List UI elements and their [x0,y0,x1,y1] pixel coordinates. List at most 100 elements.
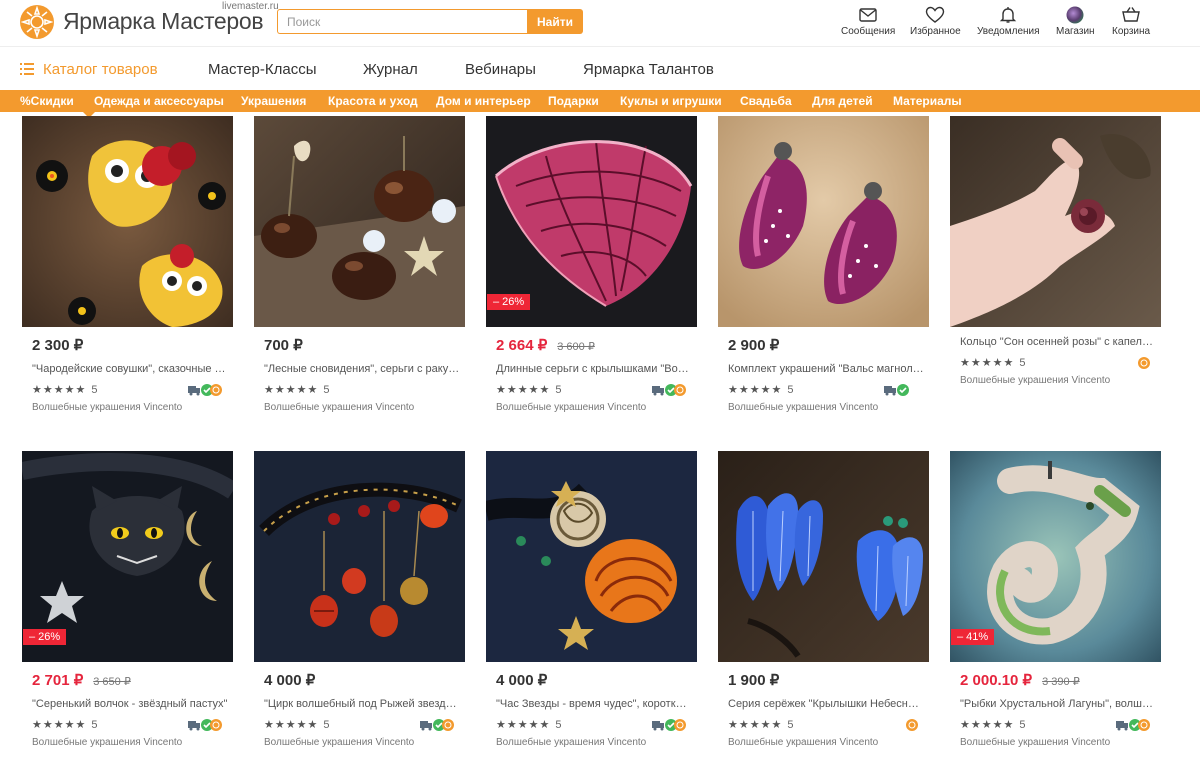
rating-stars-icon: ★★★★★ [960,357,1015,369]
category-clothing[interactable]: Одежда и аксессуары [94,94,224,108]
category-materials[interactable]: Материалы [893,94,962,108]
nav-shop-label: Магазин [1056,26,1095,37]
sun-badge-icon [442,719,454,731]
product-card[interactable]: 2 300 ₽ "Чародейские совушки", сказочные… [22,116,234,416]
price-row: 2 000.10 ₽ 3 390 ₽ [960,671,1080,690]
category-wedding[interactable]: Свадьба [740,94,792,108]
seller-badges [651,383,686,397]
product-title[interactable]: "Час Звезды - время чудес", короткое кол… [496,698,692,710]
product-title[interactable]: Длинные серьги с крылышками "Восход" [496,363,692,375]
product-price: 2 900 ₽ [728,337,780,354]
category-jewelry[interactable]: Украшения [241,94,306,108]
seller-name[interactable]: Волшебные украшения Vincento [32,402,182,413]
product-card[interactable]: – 41% 2 000.10 ₽ 3 390 ₽ "Рыбки Хрустальн… [950,451,1162,751]
brand-name[interactable]: Ярмарка Мастеров [63,8,264,35]
rating-stars-icon: ★★★★★ [32,719,87,731]
category-beauty[interactable]: Красота и уход [328,94,418,108]
rating-stars-icon: ★★★★★ [264,719,319,731]
product-card[interactable]: 700 ₽ "Лесные сновидения", серьги с раку… [254,116,466,416]
product-card[interactable]: 1 900 ₽ Серия серёжек "Крылышки Небесные… [718,451,930,751]
product-price: 2 664 ₽ [496,337,548,354]
list-menu-icon[interactable] [20,63,34,75]
category-gifts[interactable]: Подарки [548,94,599,108]
product-card[interactable]: – 26% 2 664 ₽ 3 600 ₽ Длинные серьги с кр… [486,116,698,416]
nav-webinars[interactable]: Вебинары [465,61,536,78]
seller-name[interactable]: Волшебные украшения Vincento [496,737,646,748]
seller-badges [905,718,939,732]
shop-avatar-icon [1066,6,1084,24]
product-price: 1 900 ₽ [728,672,780,689]
nav-messages-label: Сообщения [841,26,896,37]
heart-icon [926,6,945,23]
nav-favorites-label: Избранное [910,26,961,37]
product-card[interactable]: Кольцо "Сон осенней розы" с капелькой ★★… [950,116,1162,416]
product-card[interactable]: – 26% 2 701 ₽ 3 650 ₽ "Серенький волчок -… [22,451,234,751]
product-title[interactable]: "Рыбки Хрустальной Лагуны", волшебный ку… [960,698,1156,710]
product-image[interactable] [718,116,929,327]
rating-value: 5 [787,384,794,396]
search-button[interactable]: Найти [527,9,583,34]
sun-badge-icon [674,384,686,396]
sun-badge-icon [906,719,918,731]
seller-name[interactable]: Волшебные украшения Vincento [728,737,878,748]
site-header: Ярмарка Мастеров livemaster.ru Найти Соо… [0,0,1200,46]
product-image[interactable] [718,451,929,662]
nav-catalog[interactable]: Каталог товаров [43,61,158,78]
rating-value: 5 [323,719,330,731]
delivery-truck-icon [1116,721,1128,731]
sun-badge-icon [1138,357,1150,369]
product-title[interactable]: "Чародейские совушки", сказочные серьги [32,363,228,375]
sun-badge-icon [1138,719,1150,731]
product-card[interactable]: 4 000 ₽ "Цирк волшебный под Рыжей звездо… [254,451,466,751]
product-image[interactable] [22,116,233,327]
seller-name[interactable]: Волшебные украшения Vincento [728,402,878,413]
seller-name[interactable]: Волшебные украшения Vincento [960,375,1110,386]
search-input[interactable] [277,9,527,34]
product-title[interactable]: Комплект украшений "Вальс магнолий" [728,363,924,375]
seller-badges [1115,718,1150,732]
old-price: 3 390 ₽ [1042,676,1080,688]
nav-notifications-label: Уведомления [977,26,1040,37]
product-rating: ★★★★★ 5 [728,383,793,396]
product-image[interactable] [254,116,465,327]
nav-master-classes[interactable]: Мастер-Классы [208,61,317,78]
seller-name[interactable]: Волшебные украшения Vincento [264,737,414,748]
logo-sun-icon[interactable] [19,4,55,40]
product-image[interactable] [486,451,697,662]
seller-name[interactable]: Волшебные украшения Vincento [32,737,182,748]
nav-talents-fair[interactable]: Ярмарка Талантов [583,61,714,78]
seller-badges [187,383,222,397]
nav-shop[interactable]: Магазин [1056,6,1095,37]
seller-name[interactable]: Волшебные украшения Vincento [960,737,1110,748]
nav-journal[interactable]: Журнал [363,61,418,78]
price-row: 2 664 ₽ 3 600 ₽ [496,336,595,355]
envelope-icon [859,8,877,22]
product-image[interactable] [950,116,1161,327]
sun-badge-icon [210,384,222,396]
product-image[interactable] [254,451,465,662]
product-title[interactable]: "Цирк волшебный под Рыжей звездой" [264,698,460,710]
old-price: 3 650 ₽ [93,676,131,688]
product-title[interactable]: "Лесные сновидения", серьги с ракушками [264,363,460,375]
nav-favorites[interactable]: Избранное [910,6,961,37]
rating-value: 5 [1019,719,1026,731]
category-home[interactable]: Дом и интерьер [436,94,531,108]
product-rating: ★★★★★ 5 [496,383,561,396]
nav-cart[interactable]: Корзина [1112,6,1150,37]
product-card[interactable]: 4 000 ₽ "Час Звезды - время чудес", коро… [486,451,698,751]
category-dolls[interactable]: Куклы и игрушки [620,94,722,108]
product-title[interactable]: "Серенький волчок - звёздный пастух" [32,698,228,710]
product-title[interactable]: Серия серёжек "Крылышки Небесные" [728,698,924,710]
main-navigation: Каталог товаров Мастер-Классы Журнал Веб… [0,46,1200,90]
nav-notifications[interactable]: Уведомления [977,6,1040,37]
product-card[interactable]: 2 900 ₽ Комплект украшений "Вальс магнол… [718,116,930,416]
seller-name[interactable]: Волшебные украшения Vincento [264,402,414,413]
nav-messages[interactable]: Сообщения [841,6,895,37]
category-sales[interactable]: %Скидки [20,94,74,108]
product-price: 4 000 ₽ [264,672,316,689]
category-kids[interactable]: Для детей [812,94,873,108]
product-title[interactable]: Кольцо "Сон осенней розы" с капелькой [960,336,1156,348]
product-rating: ★★★★★ 5 [264,383,329,396]
product-rating: ★★★★★ 5 [32,383,97,396]
seller-name[interactable]: Волшебные украшения Vincento [496,402,646,413]
